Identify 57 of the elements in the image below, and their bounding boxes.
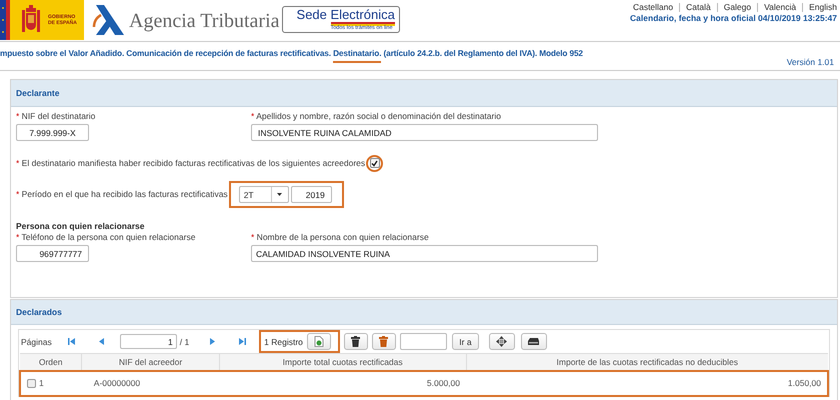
page-field[interactable]: 1 bbox=[120, 334, 177, 349]
trash-icon bbox=[351, 336, 360, 347]
official-time-link[interactable]: Calendario, fecha y hora oficial 04/10/2019 13:25:47 bbox=[626, 13, 837, 23]
table-cell: A-00000000 bbox=[82, 370, 220, 396]
checkbox-label: * El destinatario manifiesta haber recibido facturas rectificativas de los siguientes acreedores bbox=[16, 158, 366, 168]
field-label: * Teléfono de la persona con quien relacionarse bbox=[16, 232, 196, 243]
previous-page-icon bbox=[97, 337, 106, 346]
column-header[interactable]: Importe total cuotas rectificadas bbox=[219, 354, 466, 370]
language-link[interactable]: English bbox=[802, 3, 837, 12]
eraser-button[interactable] bbox=[520, 333, 547, 350]
table-cell: 1 bbox=[39, 378, 44, 388]
nif-field[interactable]: 7.999.999-X bbox=[16, 124, 89, 141]
language-link[interactable]: Català bbox=[679, 3, 717, 12]
record-count: 1 Registro bbox=[264, 336, 303, 346]
agency-name: Agencia Tributaria bbox=[129, 10, 280, 32]
version-label: Versión 1.01 bbox=[786, 57, 834, 67]
language-link[interactable]: Castellano bbox=[626, 3, 680, 12]
period-dropdown[interactable]: 2T bbox=[238, 186, 289, 203]
contact-name-field[interactable]: CALAMIDAD INSOLVENTE RUINA bbox=[251, 245, 598, 262]
year-field[interactable]: 2019 bbox=[290, 186, 332, 203]
eraser-icon bbox=[528, 338, 540, 345]
caret-icon bbox=[277, 193, 282, 196]
page-total: / 1 bbox=[180, 336, 190, 346]
field-label: * Período en el que ha recibido las facturas rectificativas bbox=[16, 189, 228, 200]
field-label: * NIF del destinatario bbox=[16, 111, 96, 122]
column-header[interactable]: Importe de las cuotas rectificadas no deducibles bbox=[466, 354, 828, 370]
next-page-icon bbox=[208, 337, 217, 346]
section-header: Declarante bbox=[11, 80, 837, 107]
name-field[interactable]: INSOLVENTE RUINA CALAMIDAD bbox=[251, 124, 598, 141]
add-record-button[interactable] bbox=[306, 333, 331, 350]
delete-all-button[interactable] bbox=[372, 333, 396, 350]
first-page-icon bbox=[68, 337, 78, 346]
table-cell: 1.050,00 bbox=[466, 370, 828, 396]
goto-field[interactable] bbox=[400, 333, 447, 350]
move-arrows-icon bbox=[496, 336, 508, 347]
add-document-icon bbox=[314, 336, 324, 347]
column-header[interactable]: Orden bbox=[20, 354, 82, 370]
checkbox[interactable] bbox=[370, 158, 380, 168]
highlighted-row[interactable]: 1 A-00000000 5.000,00 1.050,00 bbox=[20, 370, 828, 396]
agency-logo-icon bbox=[92, 3, 126, 37]
move-button[interactable] bbox=[488, 333, 515, 350]
section-subheading: Persona con quien relacionarse bbox=[16, 221, 146, 232]
table-cell: 5.000,00 bbox=[219, 370, 466, 396]
delete-button[interactable] bbox=[344, 333, 368, 350]
goto-button[interactable]: Ir a bbox=[452, 333, 479, 350]
phone-field[interactable]: 969777777 bbox=[16, 245, 89, 262]
trash-icon bbox=[379, 336, 388, 347]
column-header[interactable]: NIF del acreedor bbox=[82, 354, 220, 370]
form-title: mpuesto sobre el Valor Añadido. Comunicación de recepción de facturas rectificativas. Destinatario. (artículo 24.2.b. del Reglamento del IVA). Modelo 952 bbox=[0, 42, 583, 65]
row-checkbox[interactable] bbox=[27, 379, 36, 388]
last-page-icon bbox=[236, 337, 246, 346]
language-link[interactable]: Galego bbox=[716, 3, 758, 12]
field-label: * Apellidos y nombre, razón social o denominación del destinatario bbox=[251, 111, 502, 122]
section-header: Declarados bbox=[11, 300, 837, 325]
field-label: * Nombre de la persona con quien relacionarse bbox=[251, 232, 430, 243]
pages-label: Páginas bbox=[21, 336, 52, 346]
language-link[interactable]: Valencià bbox=[757, 3, 802, 12]
